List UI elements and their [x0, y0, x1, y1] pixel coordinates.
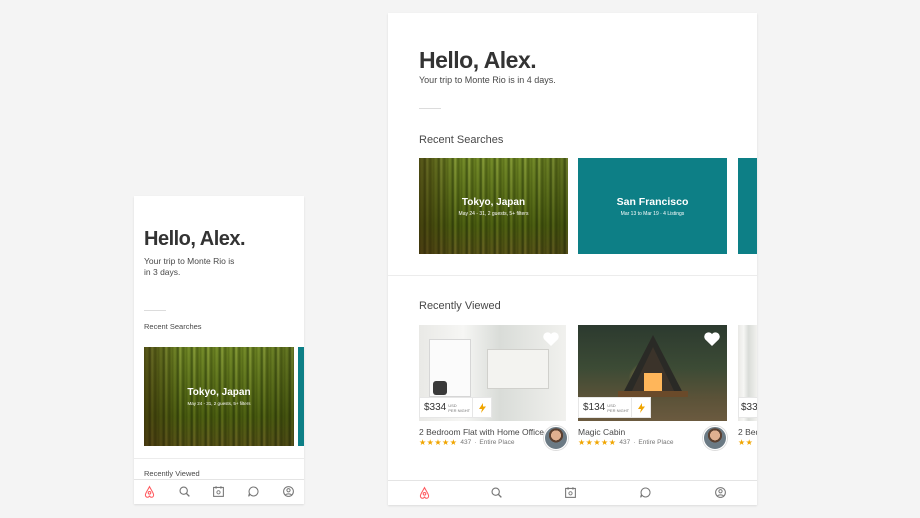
price-period: PER NIGHT — [607, 407, 630, 413]
heart-icon[interactable] — [703, 331, 721, 347]
recently-viewed-heading: Recently Viewed — [144, 469, 200, 478]
meta-separator: · — [474, 439, 477, 446]
recent-searches-heading: Recent Searches — [144, 322, 202, 331]
search-icon[interactable] — [490, 486, 503, 499]
search-card-next[interactable] — [738, 158, 757, 254]
chair-decor — [433, 381, 447, 395]
search-card-subtitle: May 24 - 31, 2 guests, 5+ filters — [458, 211, 529, 217]
listing-meta: ★★★★★ 437 · Entire Place — [419, 438, 514, 447]
host-avatar[interactable] — [703, 426, 727, 450]
bottom-navigation — [388, 480, 757, 505]
price-value: $134 — [583, 402, 606, 413]
trip-countdown: Your trip to Monte Rio is in 4 days. — [419, 75, 556, 85]
trip-countdown-line1: Your trip to Monte Rio is — [144, 256, 235, 266]
search-card-title: Tokyo, Japan — [187, 387, 251, 398]
host-avatar[interactable] — [544, 426, 568, 450]
price-tag: $33 — [738, 397, 757, 418]
price-unit: USD PER NIGHT — [448, 403, 470, 413]
profile-icon[interactable] — [714, 486, 727, 499]
whiteboard-decor — [487, 349, 549, 389]
messages-icon[interactable] — [247, 485, 260, 498]
trips-icon[interactable] — [564, 486, 577, 499]
instant-book-badge — [472, 397, 492, 418]
listing-card-photo[interactable]: $33 — [738, 325, 757, 421]
listing-type: Entire Place — [638, 439, 674, 446]
messages-icon[interactable] — [639, 486, 652, 499]
airbnb-logo-icon[interactable] — [418, 486, 431, 499]
price-tag: $334 USD PER NIGHT — [419, 397, 476, 418]
section-divider — [388, 275, 757, 276]
search-icon[interactable] — [178, 485, 191, 498]
price-value: $33 — [741, 402, 757, 413]
tablet-screen: Hello, Alex. Your trip to Monte Rio is i… — [388, 13, 757, 505]
listing-title[interactable]: 2 Bedroom Flat with Home Office — [419, 427, 544, 437]
listing-title[interactable]: Magic Cabin — [578, 427, 625, 437]
search-card-tokyo[interactable]: Tokyo, Japan May 24 - 31, 2 guests, 5+ f… — [419, 158, 568, 254]
instant-book-badge — [631, 397, 651, 418]
rating-stars: ★★ — [738, 438, 754, 447]
review-count: 437 — [619, 439, 631, 446]
listing-card-photo[interactable]: $334 USD PER NIGHT — [419, 325, 566, 421]
search-card-tokyo[interactable]: Tokyo, Japan May 24 - 31, 2 guests, 5+ f… — [144, 347, 294, 446]
heart-icon[interactable] — [542, 331, 560, 347]
meta-separator: · — [633, 439, 636, 446]
profile-icon[interactable] — [282, 485, 295, 498]
search-card-subtitle: May 24 - 31, 2 guests, 5+ filters — [187, 401, 251, 406]
cabin-illustration — [618, 335, 688, 397]
recent-searches-heading: Recent Searches — [419, 134, 504, 146]
divider — [144, 310, 166, 311]
lightning-icon — [478, 402, 486, 413]
trip-countdown-line2: in 3 days. — [144, 267, 181, 277]
review-count: 437 — [460, 439, 472, 446]
bottom-navigation — [134, 479, 304, 504]
phone-screen: Hello, Alex. Your trip to Monte Rio is i… — [134, 196, 304, 504]
section-divider — [134, 458, 304, 459]
divider — [419, 108, 441, 109]
search-card-next[interactable] — [298, 347, 304, 446]
recently-viewed-heading: Recently Viewed — [419, 300, 501, 312]
trip-countdown: Your trip to Monte Rio is in 3 days. — [144, 256, 234, 278]
listing-card-photo[interactable]: $134 USD PER NIGHT — [578, 325, 727, 421]
greeting-heading: Hello, Alex. — [144, 228, 246, 250]
trips-icon[interactable] — [212, 485, 225, 498]
greeting-heading: Hello, Alex. — [419, 47, 537, 73]
rating-stars: ★★★★★ — [578, 438, 617, 447]
airbnb-logo-icon[interactable] — [143, 485, 156, 498]
listing-meta: ★★★★★ 437 · Entire Place — [578, 438, 673, 447]
search-card-subtitle: Mar 13 to Mar 19 · 4 Listings — [620, 211, 685, 217]
lightning-icon — [637, 402, 645, 413]
rating-stars: ★★★★★ — [419, 438, 458, 447]
price-unit: USD PER NIGHT — [607, 403, 629, 413]
price-value: $334 — [424, 402, 447, 413]
search-card-title: Tokyo, Japan — [461, 197, 526, 208]
price-period: PER NIGHT — [448, 407, 471, 413]
listing-title[interactable]: 2 Bed — [738, 427, 757, 437]
listing-type: Entire Place — [479, 439, 515, 446]
price-tag: $134 USD PER NIGHT — [578, 397, 635, 418]
search-card-title: San Francisco — [616, 196, 689, 208]
search-card-san-francisco[interactable]: San Francisco Mar 13 to Mar 19 · 4 Listi… — [578, 158, 727, 254]
listing-meta: ★★ — [738, 438, 753, 447]
